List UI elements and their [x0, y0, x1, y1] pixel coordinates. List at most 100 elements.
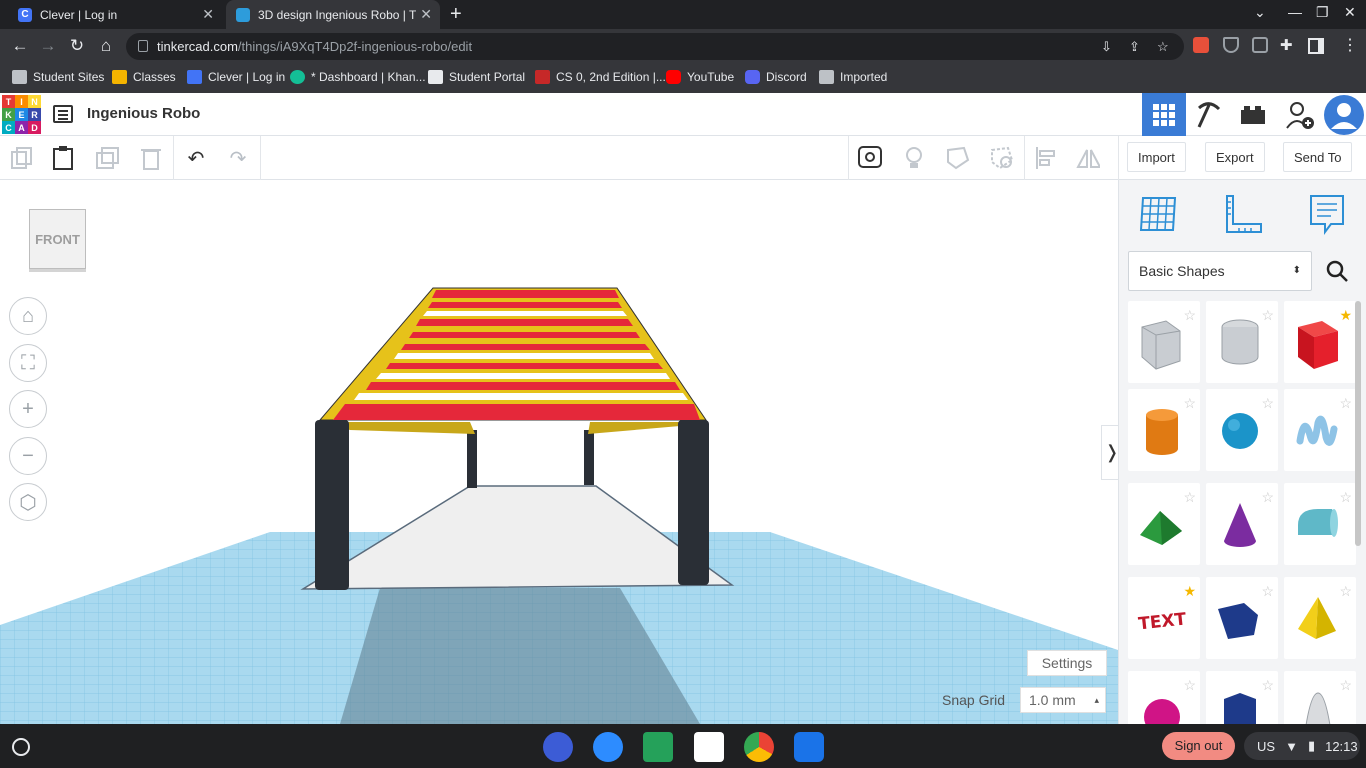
back-right-post[interactable] [584, 430, 594, 485]
import-button[interactable]: Import [1127, 142, 1186, 172]
bookmark-khan[interactable]: * Dashboard | Khan... [290, 70, 426, 84]
address-bar[interactable]: tinkercad.com/things/iA9XqT4Dp2f-ingenio… [126, 33, 1184, 60]
3d-design-view-button[interactable] [1142, 93, 1186, 136]
user-avatar[interactable] [1322, 93, 1366, 136]
zoom-in-icon[interactable]: + [9, 390, 47, 428]
chrome-app-icon[interactable] [744, 732, 774, 762]
shape-cylinder[interactable]: ☆ [1128, 389, 1200, 471]
zoom-out-icon[interactable]: − [9, 437, 47, 475]
paste-icon[interactable] [51, 146, 75, 170]
shape-hexagonal-prism[interactable]: ☆ [1206, 671, 1278, 724]
workplane-canvas[interactable]: FRONT ⌂ ⛶ + − ⬡ Settings Snap Grid 1.0 m… [0, 180, 1118, 724]
maximize-icon[interactable]: ❐ [1316, 4, 1329, 21]
tinkercad-logo[interactable]: T I N K E R C A D [2, 95, 41, 134]
redo-icon[interactable]: ↷ [226, 146, 250, 170]
shape-scribble[interactable]: ☆ [1284, 389, 1356, 471]
ruler-tab[interactable] [1221, 192, 1265, 236]
favorite-star-icon[interactable]: ☆ [1183, 395, 1196, 412]
bookmark-cs0[interactable]: CS 0, 2nd Edition |... [535, 70, 666, 84]
share-icon[interactable]: ⇪ [1129, 39, 1140, 55]
sign-out-button[interactable]: Sign out [1162, 732, 1235, 760]
tab-clever[interactable]: C Clever | Log in ✕ [8, 0, 222, 29]
home-icon[interactable]: ⌂ [95, 35, 117, 57]
solid-shape-icon[interactable] [946, 146, 970, 170]
bookmark-discord[interactable]: Discord [745, 70, 807, 84]
zoom-app-icon[interactable] [593, 732, 623, 762]
notes-tab[interactable] [1305, 192, 1349, 236]
lightbulb-icon[interactable] [902, 146, 926, 170]
mirror-icon[interactable] [1076, 146, 1100, 170]
favorite-star-icon[interactable]: ☆ [1261, 395, 1274, 412]
bookmark-classes[interactable]: Classes [112, 70, 176, 84]
shape-paraboloid[interactable]: ☆ [1284, 671, 1356, 724]
favorite-star-icon[interactable]: ☆ [1183, 677, 1196, 694]
duplicate-icon[interactable] [96, 146, 120, 170]
google-classroom-app-icon[interactable] [643, 732, 673, 762]
shape-half-sphere[interactable]: ☆ [1128, 671, 1200, 724]
shape-box[interactable]: ★ [1284, 301, 1356, 383]
shape-box-hole[interactable]: ☆ [1128, 301, 1200, 383]
snap-grid-select[interactable]: 1.0 mm [1020, 687, 1106, 713]
back-icon[interactable]: ← [9, 35, 31, 57]
copy-icon[interactable] [10, 146, 34, 170]
shield-extension-icon[interactable] [1223, 37, 1239, 53]
bookmark-imported[interactable]: Imported [819, 70, 887, 84]
shape-roof[interactable]: ☆ [1128, 483, 1200, 565]
screencastify-icon[interactable] [1193, 37, 1209, 53]
screencast-app-icon[interactable] [794, 732, 824, 762]
extension-box-icon[interactable] [1252, 37, 1268, 53]
design-title[interactable]: Ingenious Robo [87, 105, 200, 122]
undo-icon[interactable]: ↶ [184, 146, 208, 170]
bookmark-star-icon[interactable]: ☆ [1157, 39, 1169, 55]
invite-user-button[interactable] [1278, 93, 1322, 136]
favorite-star-icon[interactable]: ★ [1339, 307, 1352, 324]
back-left-post[interactable] [467, 430, 477, 488]
bricks-view-button[interactable] [1231, 93, 1275, 136]
delete-icon[interactable] [139, 146, 163, 170]
favorite-star-icon[interactable]: ☆ [1261, 489, 1274, 506]
tab-tinkercad[interactable]: 3D design Ingenious Robo | Tink ✕ [226, 0, 440, 29]
shape-library-select[interactable]: Basic Shapes ⬍ [1128, 251, 1312, 291]
workplane-tab[interactable] [1137, 192, 1181, 236]
favorite-star-icon[interactable]: ☆ [1183, 489, 1196, 506]
minecraft-view-button[interactable] [1187, 93, 1231, 136]
front-left-post[interactable] [315, 420, 349, 590]
reload-icon[interactable]: ↻ [66, 35, 88, 57]
tab-search-icon[interactable]: ⌄ [1254, 4, 1266, 21]
3d-scene[interactable] [0, 180, 1118, 724]
view-cube[interactable]: FRONT [29, 209, 86, 269]
favorite-star-icon[interactable]: ☆ [1261, 677, 1274, 694]
export-button[interactable]: Export [1205, 142, 1265, 172]
shape-sphere[interactable]: ☆ [1206, 389, 1278, 471]
front-right-post[interactable] [678, 420, 709, 585]
favorite-star-icon[interactable]: ☆ [1261, 307, 1274, 324]
settings-button[interactable]: Settings [1027, 650, 1107, 676]
launcher-icon[interactable] [12, 738, 30, 756]
bookmark-youtube[interactable]: YouTube [666, 70, 734, 84]
favorite-star-icon[interactable]: ★ [1183, 583, 1196, 600]
shape-text[interactable]: TEXT ★ [1128, 577, 1200, 659]
search-shapes-button[interactable] [1317, 251, 1357, 291]
bookmark-student-portal[interactable]: Student Portal [428, 70, 525, 84]
new-tab-button[interactable]: + [450, 3, 462, 26]
more-menu-icon[interactable]: ⋮ [1342, 35, 1358, 55]
send-to-button[interactable]: Send To [1283, 142, 1353, 172]
bookmark-student-sites[interactable]: Student Sites [12, 70, 104, 84]
favorite-star-icon[interactable]: ☆ [1261, 583, 1274, 600]
close-tab-icon[interactable]: ✕ [420, 6, 432, 23]
close-tab-icon[interactable]: ✕ [202, 6, 214, 23]
shape-polygon[interactable]: ☆ [1206, 577, 1278, 659]
favorite-star-icon[interactable]: ☆ [1339, 583, 1352, 600]
shapes-scrollbar[interactable] [1355, 301, 1361, 546]
favorite-star-icon[interactable]: ☆ [1183, 307, 1196, 324]
puzzle-extensions-icon[interactable]: ✚ [1280, 36, 1293, 54]
align-icon[interactable] [1034, 146, 1058, 170]
forward-icon[interactable]: → [37, 35, 59, 57]
close-window-icon[interactable]: ✕ [1344, 4, 1356, 21]
hole-shape-icon[interactable] [990, 146, 1014, 170]
design-list-icon[interactable] [53, 105, 73, 123]
notes-view-icon[interactable] [858, 146, 882, 170]
kami-app-icon[interactable] [543, 732, 573, 762]
side-panel-icon[interactable] [1308, 38, 1324, 54]
bookmark-clever[interactable]: Clever | Log in [187, 70, 285, 84]
